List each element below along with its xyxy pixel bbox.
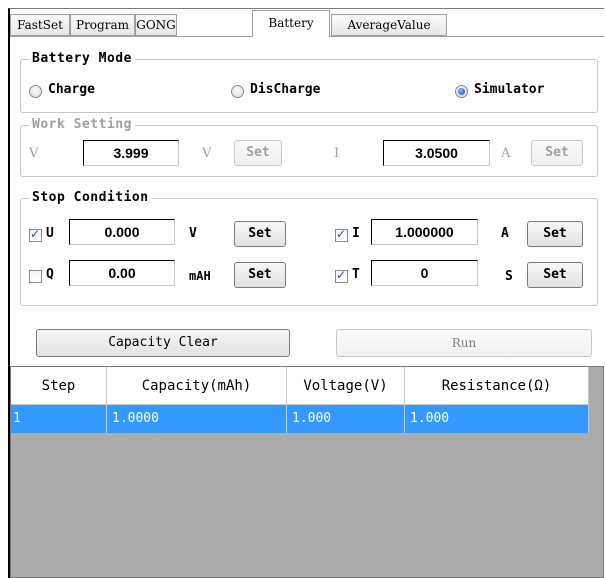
charge-label: Charge xyxy=(48,82,95,97)
stop-q-checkbox[interactable] xyxy=(29,270,42,283)
stop-t-checkbox[interactable] xyxy=(335,268,348,283)
simulator-label: Simulator xyxy=(474,82,545,97)
stop-condition-group: Stop Condition U 0.000 V Set I 1.000000 … xyxy=(20,190,598,306)
stop-i-label: I xyxy=(352,226,360,241)
stop-u-set-button[interactable]: Set xyxy=(234,221,286,247)
stop-t-field[interactable]: 0 xyxy=(371,260,478,286)
stop-condition-title: Stop Condition xyxy=(29,190,152,205)
work-i-field[interactable]: 3.0500 xyxy=(383,140,490,166)
cell-resistance: 1.000 xyxy=(405,405,589,433)
tab-battery[interactable]: Battery xyxy=(252,10,330,37)
battery-panel: Battery Mode Charge DisCharge Simulator … xyxy=(10,36,604,366)
work-setting-title: Work Setting xyxy=(29,117,135,132)
cell-voltage: 1.000 xyxy=(287,405,405,433)
tab-gong[interactable]: GONG xyxy=(135,14,177,36)
work-i-label: I xyxy=(334,146,340,161)
stop-i-checkbox[interactable] xyxy=(335,227,348,242)
cell-step: 1 xyxy=(11,405,107,433)
work-v-unit: V xyxy=(202,146,212,161)
battery-mode-title: Battery Mode xyxy=(29,51,135,66)
stop-u-checkbox[interactable] xyxy=(29,227,42,242)
column-header-resistance[interactable]: Resistance(Ω) xyxy=(405,367,589,405)
tab-averagevalue[interactable]: AverageValue xyxy=(331,14,447,36)
table-row[interactable]: 1 1.0000 1.000 1.000 xyxy=(11,405,589,433)
stop-i-field[interactable]: 1.000000 xyxy=(371,219,478,245)
simulator-radio[interactable] xyxy=(455,85,468,98)
run-button[interactable]: Run xyxy=(336,329,592,357)
stop-i-unit: A xyxy=(501,226,509,241)
tab-fastset[interactable]: FastSet xyxy=(10,14,70,36)
grid-header: Step Capacity(mAh) Voltage(V) Resistance… xyxy=(11,367,589,405)
work-i-set-button[interactable]: Set xyxy=(531,140,583,166)
battery-mode-group: Battery Mode Charge DisCharge Simulator xyxy=(20,51,598,113)
capacity-clear-button[interactable]: Capacity Clear xyxy=(36,329,290,357)
stop-q-field[interactable]: 0.00 xyxy=(69,260,175,286)
stop-q-label: Q xyxy=(46,267,54,282)
cell-capacity: 1.0000 xyxy=(107,405,287,433)
stop-t-unit: S xyxy=(505,269,513,284)
tab-program[interactable]: Program xyxy=(70,14,135,36)
column-header-capacity[interactable]: Capacity(mAh) xyxy=(107,367,287,405)
discharge-label: DisCharge xyxy=(250,82,321,97)
column-header-step[interactable]: Step xyxy=(11,367,107,405)
stop-t-label: T xyxy=(352,267,360,282)
charge-radio[interactable] xyxy=(29,85,42,98)
stop-u-unit: V xyxy=(189,226,197,241)
discharge-radio[interactable] xyxy=(231,85,244,98)
work-v-field[interactable]: 3.999 xyxy=(83,140,179,166)
stop-u-label: U xyxy=(46,226,54,241)
work-setting-group: Work Setting V 3.999 V Set I 3.0500 A Se… xyxy=(20,117,598,177)
work-i-unit: A xyxy=(501,146,511,161)
stop-i-set-button[interactable]: Set xyxy=(527,221,583,247)
work-v-label: V xyxy=(29,146,39,161)
stop-q-unit: mAH xyxy=(189,269,211,283)
column-header-voltage[interactable]: Voltage(V) xyxy=(287,367,405,405)
stop-t-set-button[interactable]: Set xyxy=(527,262,583,288)
data-grid[interactable]: Step Capacity(mAh) Voltage(V) Resistance… xyxy=(10,366,604,578)
stop-q-set-button[interactable]: Set xyxy=(234,262,286,288)
stop-u-field[interactable]: 0.000 xyxy=(69,219,175,245)
work-v-set-button[interactable]: Set xyxy=(234,140,282,166)
